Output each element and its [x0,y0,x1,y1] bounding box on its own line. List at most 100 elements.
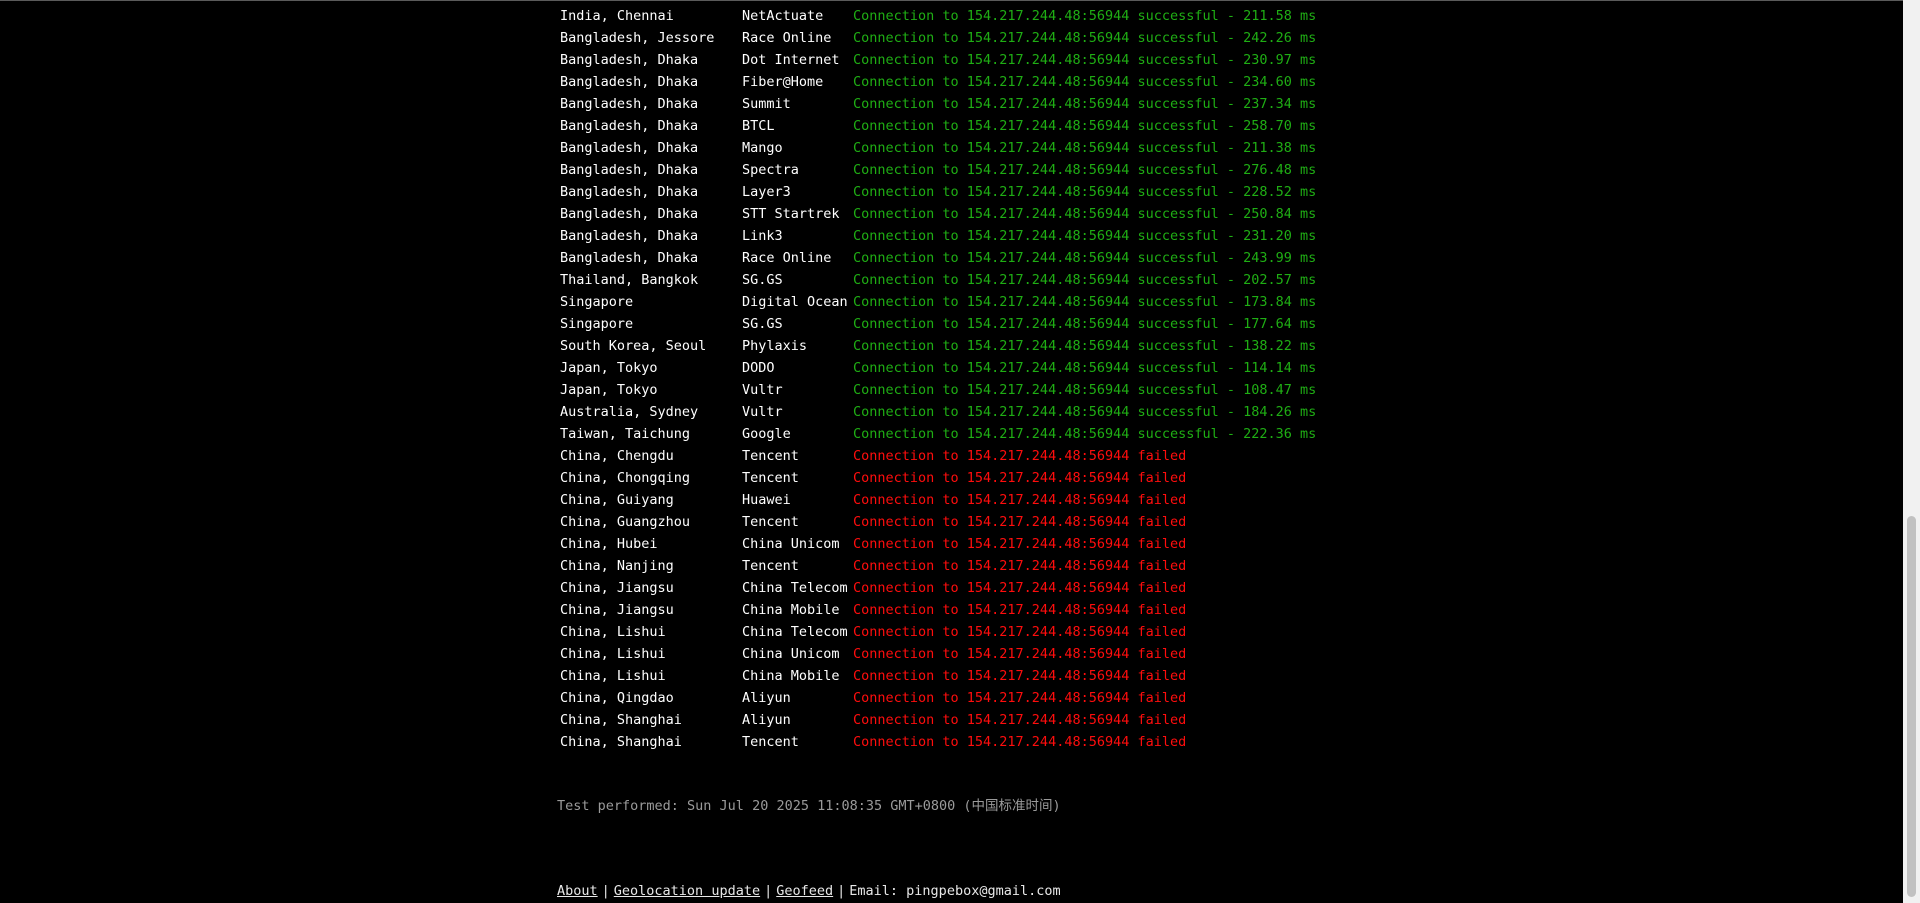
result-location: Singapore [560,294,634,310]
result-location: China, Guangzhou [560,514,691,530]
result-location: China, Chengdu [560,448,674,464]
result-location: Bangladesh, Dhaka [560,52,699,68]
result-success-message: Connection to 154.217.244.48:56944 succe… [853,140,1317,156]
result-row: China, Shanghai Aliyun Connection to 154.2… [560,709,1316,731]
result-location: Bangladesh, Dhaka [560,206,699,222]
result-provider: Race Online [742,30,832,46]
about-link[interactable]: About [557,883,598,899]
result-location: China, Hubei [560,536,658,552]
result-location: Japan, Tokyo [560,382,658,398]
result-failure-message: Connection to 154.217.244.48:56944 faile… [853,492,1187,508]
result-provider: Huawei [742,492,791,508]
result-row: Bangladesh, Dhaka Link3 Connection to 154.… [560,225,1316,247]
result-success-message: Connection to 154.217.244.48:56944 succe… [853,272,1317,288]
result-row: Bangladesh, Jessore Race Online Connection… [560,27,1316,49]
result-row: China, Jiangsu China Mobile Connection to … [560,599,1316,621]
result-provider: SG.GS [742,316,783,332]
result-success-message: Connection to 154.217.244.48:56944 succe… [853,8,1317,24]
result-provider: Spectra [742,162,799,178]
result-row: Bangladesh, Dhaka Spectra Connection to 15… [560,159,1316,181]
result-row: Australia, Sydney Vultr Connection to 154.… [560,401,1316,423]
result-location: Bangladesh, Dhaka [560,184,699,200]
result-location: China, Lishui [560,668,666,684]
result-row: Taiwan, Taichung Google Connection to 154.… [560,423,1316,445]
results-panel: India, Chennai NetActuate Connection to 15… [560,5,1316,753]
result-location: Bangladesh, Dhaka [560,140,699,156]
result-row: China, Hubei China Unicom Connection to 15… [560,533,1316,555]
result-provider: Link3 [742,228,783,244]
footer-separator: | [764,883,773,899]
result-success-message: Connection to 154.217.244.48:56944 succe… [853,184,1317,200]
result-success-message: Connection to 154.217.244.48:56944 succe… [853,206,1317,222]
result-location: Bangladesh, Jessore [560,30,715,46]
result-provider: BTCL [742,118,775,134]
result-location: South Korea, Seoul [560,338,707,354]
result-location: China, Guiyang [560,492,674,508]
geofeed-link[interactable]: Geofeed [776,883,833,899]
result-provider: Summit [742,96,791,112]
result-provider: China Mobile [742,602,840,618]
result-success-message: Connection to 154.217.244.48:56944 succe… [853,74,1317,90]
result-failure-message: Connection to 154.217.244.48:56944 faile… [853,734,1187,750]
result-location: Bangladesh, Dhaka [560,96,699,112]
result-success-message: Connection to 154.217.244.48:56944 succe… [853,360,1317,376]
result-failure-message: Connection to 154.217.244.48:56944 faile… [853,668,1187,684]
result-row: China, Guiyang Huawei Connection to 154.21… [560,489,1316,511]
top-border [0,0,1903,1]
result-row: Bangladesh, Dhaka Fiber@Home Connection to… [560,71,1316,93]
result-row: Bangladesh, Dhaka Mango Connection to 154.… [560,137,1316,159]
result-row: Bangladesh, Dhaka Layer3 Connection to 154… [560,181,1316,203]
result-location: China, Jiangsu [560,602,674,618]
result-provider: Aliyun [742,712,791,728]
result-row: Bangladesh, Dhaka Summit Connection to 154… [560,93,1316,115]
result-location: Japan, Tokyo [560,360,658,376]
result-provider: China Telecom [742,624,848,640]
result-location: Bangladesh, Dhaka [560,162,699,178]
result-provider: Vultr [742,404,783,420]
result-success-message: Connection to 154.217.244.48:56944 succe… [853,404,1317,420]
geolocation-update-link[interactable]: Geolocation update [614,883,760,899]
result-success-message: Connection to 154.217.244.48:56944 succe… [853,426,1317,442]
result-success-message: Connection to 154.217.244.48:56944 succe… [853,294,1317,310]
result-provider: China Unicom [742,536,840,552]
result-location: Thailand, Bangkok [560,272,699,288]
result-failure-message: Connection to 154.217.244.48:56944 faile… [853,558,1187,574]
result-row: China, Nanjing Tencent Connection to 154.2… [560,555,1316,577]
result-provider: Mango [742,140,783,156]
result-row: Singapore SG.GS Connection to 154.217.244.… [560,313,1316,335]
result-success-message: Connection to 154.217.244.48:56944 succe… [853,316,1317,332]
result-row: Bangladesh, Dhaka Race Online Connection t… [560,247,1316,269]
result-failure-message: Connection to 154.217.244.48:56944 faile… [853,690,1187,706]
result-failure-message: Connection to 154.217.244.48:56944 faile… [853,448,1187,464]
result-location: Bangladesh, Dhaka [560,250,699,266]
result-provider: Race Online [742,250,832,266]
result-success-message: Connection to 154.217.244.48:56944 succe… [853,382,1317,398]
result-provider: SG.GS [742,272,783,288]
vertical-scrollbar[interactable] [1903,0,1920,903]
result-success-message: Connection to 154.217.244.48:56944 succe… [853,96,1317,112]
result-provider: Layer3 [742,184,791,200]
result-success-message: Connection to 154.217.244.48:56944 succe… [853,162,1317,178]
result-location: China, Nanjing [560,558,674,574]
result-provider: China Mobile [742,668,840,684]
result-row: Japan, Tokyo DODO Connection to 154.217.24… [560,357,1316,379]
scrollbar-thumb[interactable] [1907,516,1916,897]
result-row: Bangladesh, Dhaka STT Startrek Connection … [560,203,1316,225]
result-location: Australia, Sydney [560,404,699,420]
result-location: Bangladesh, Dhaka [560,74,699,90]
result-provider: Phylaxis [742,338,808,354]
result-location: Singapore [560,316,634,332]
result-failure-message: Connection to 154.217.244.48:56944 faile… [853,712,1187,728]
result-location: China, Chongqing [560,470,691,486]
result-row: India, Chennai NetActuate Connection to 15… [560,5,1316,27]
result-success-message: Connection to 154.217.244.48:56944 succe… [853,30,1317,46]
test-timestamp: Test performed: Sun Jul 20 2025 11:08:35… [557,798,1061,814]
result-location: China, Qingdao [560,690,674,706]
result-provider: Vultr [742,382,783,398]
result-row: Thailand, Bangkok SG.GS Connection to 154.… [560,269,1316,291]
result-provider: Fiber@Home [742,74,824,90]
result-provider: Google [742,426,791,442]
result-row: China, Chongqing Tencent Connection to 154… [560,467,1316,489]
footer-separator: | [837,883,846,899]
result-failure-message: Connection to 154.217.244.48:56944 faile… [853,514,1187,530]
